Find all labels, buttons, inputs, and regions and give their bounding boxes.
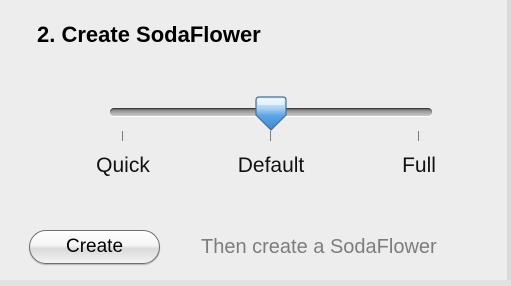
hint-clip: Then create a SodaFlower <box>0 0 507 286</box>
hint-text: Then create a SodaFlower <box>201 236 437 258</box>
create-panel: 2. Create SodaFlower Quick Default Full … <box>0 0 511 286</box>
